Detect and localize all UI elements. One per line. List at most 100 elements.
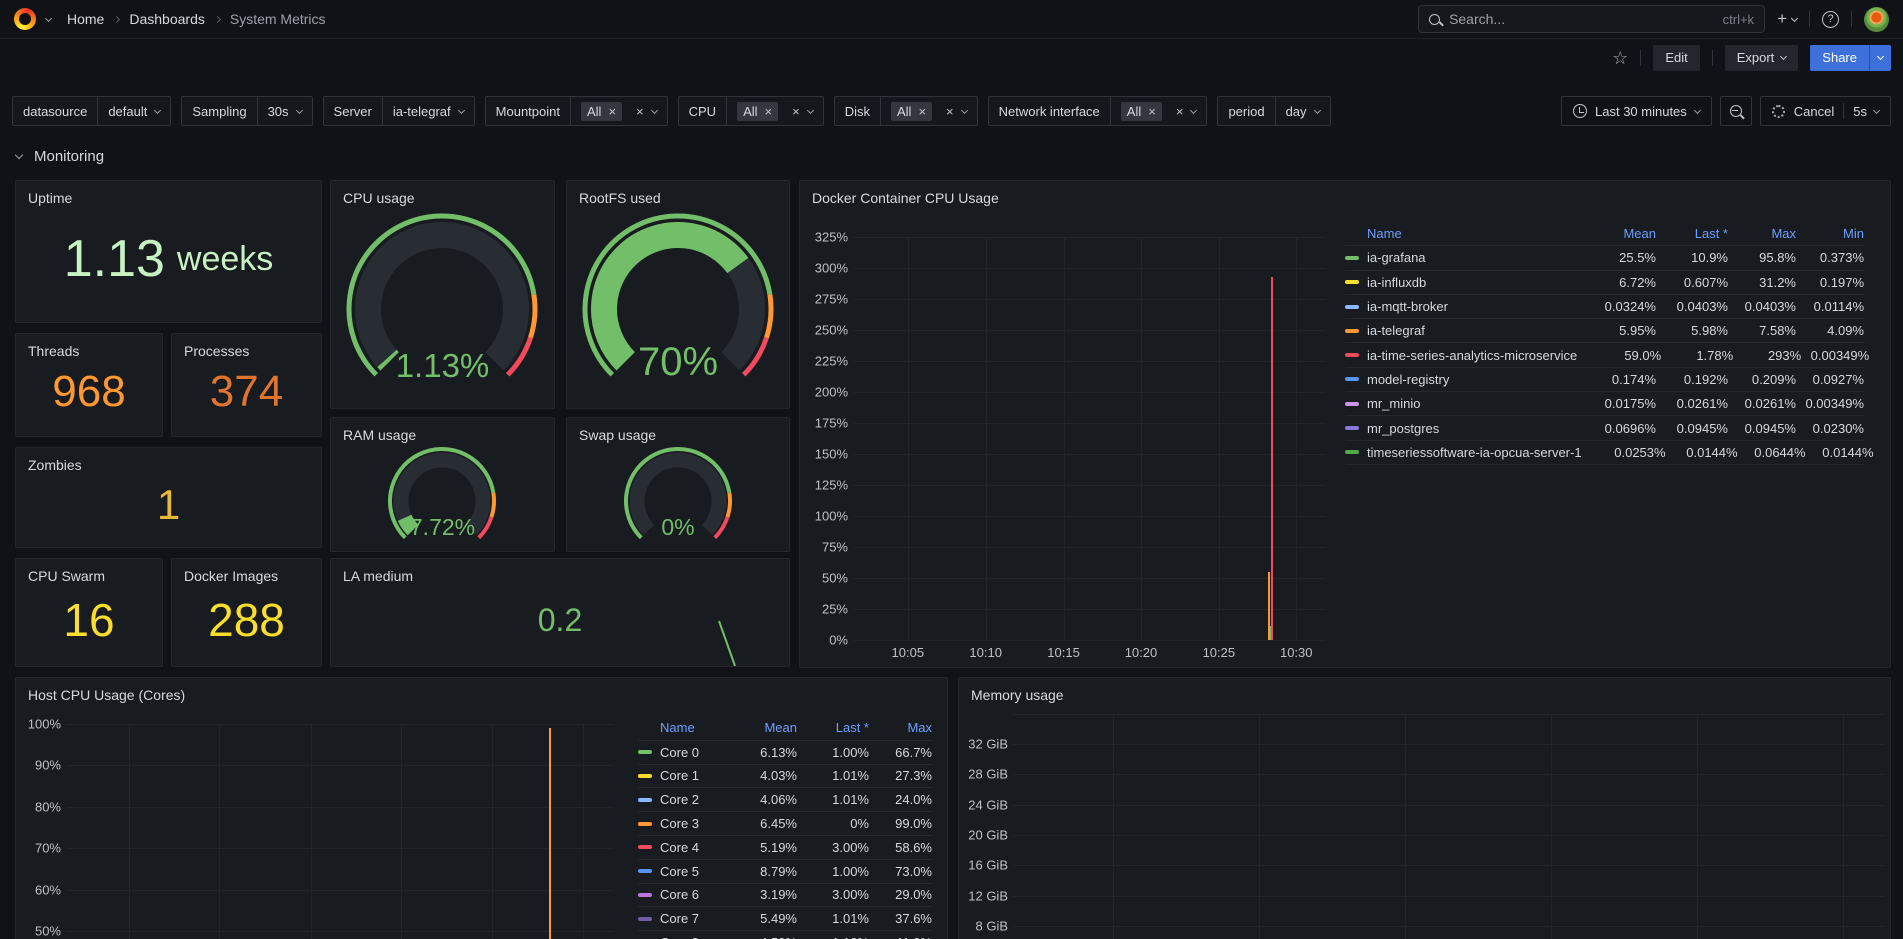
- legend-col-last-[interactable]: Last *: [797, 720, 869, 735]
- gridline-h: [1013, 714, 1884, 715]
- chevron-down-icon[interactable]: [45, 14, 52, 21]
- legend-series-name[interactable]: Core 6: [638, 887, 722, 902]
- legend-series-name[interactable]: Core 5: [638, 864, 722, 879]
- filter-chip[interactable]: All×: [737, 102, 778, 121]
- legend-series-name[interactable]: Core 8: [638, 935, 722, 939]
- legend-series-name[interactable]: ia-grafana: [1345, 250, 1572, 265]
- legend-series-name[interactable]: ia-influxdb: [1345, 275, 1572, 290]
- remove-value-icon[interactable]: ×: [1148, 105, 1156, 118]
- legend-series-name[interactable]: Core 3: [638, 816, 722, 831]
- edit-button[interactable]: Edit: [1653, 45, 1699, 71]
- avatar[interactable]: [1864, 7, 1889, 32]
- legend-row-mr-postgres: mr_postgres0.0696%0.0945%0.0945%0.0230%: [1345, 415, 1864, 439]
- legend-series-name[interactable]: mr_minio: [1345, 396, 1572, 411]
- legend-value: 41.0%: [869, 935, 932, 939]
- remove-value-icon[interactable]: ×: [765, 105, 773, 118]
- grafana-logo[interactable]: [14, 8, 36, 30]
- filter-chip[interactable]: All×: [891, 102, 932, 121]
- gridline-v: [1697, 714, 1698, 939]
- zoom-out-icon: [1730, 105, 1742, 117]
- filter-value[interactable]: All××: [880, 97, 977, 125]
- legend-series-name[interactable]: ia-telegraf: [1345, 323, 1572, 338]
- divider: [1851, 11, 1852, 27]
- gridline-h: [854, 609, 1326, 610]
- clear-filter-icon[interactable]: ×: [792, 105, 800, 118]
- series-color-dash: [1345, 329, 1359, 333]
- clear-filter-icon[interactable]: ×: [946, 105, 954, 118]
- gridline-h: [854, 578, 1326, 579]
- clear-filter-icon[interactable]: ×: [636, 105, 644, 118]
- y-axis-label: 100%: [16, 717, 61, 732]
- legend-col-min[interactable]: Min: [1796, 226, 1864, 241]
- remove-value-icon[interactable]: ×: [918, 105, 926, 118]
- legend-col-mean[interactable]: Mean: [722, 720, 797, 735]
- row-monitoring[interactable]: Monitoring: [0, 144, 1903, 168]
- filter-disk: DiskAll××: [834, 96, 978, 126]
- legend-series-name[interactable]: Core 0: [638, 745, 722, 760]
- y-axis-label: 70%: [16, 841, 61, 856]
- legend-series-name[interactable]: ia-time-series-analytics-microservice: [1345, 348, 1577, 363]
- legend-series-name[interactable]: Core 1: [638, 768, 722, 783]
- breadcrumb-dashboards[interactable]: Dashboards: [129, 11, 205, 27]
- filter-value[interactable]: day: [1275, 97, 1330, 125]
- filter-value[interactable]: 30s: [257, 97, 312, 125]
- export-button[interactable]: Export: [1725, 45, 1799, 71]
- filter-value[interactable]: default: [97, 97, 170, 125]
- legend-col-name[interactable]: Name: [1345, 226, 1572, 241]
- time-range-picker[interactable]: Last 30 minutes: [1561, 96, 1712, 126]
- breadcrumb-home[interactable]: Home: [67, 11, 104, 27]
- stat-unit: weeks: [177, 242, 273, 276]
- legend-value: 0.0261%: [1656, 396, 1728, 411]
- legend-col-max[interactable]: Max: [869, 720, 932, 735]
- remove-value-icon[interactable]: ×: [608, 105, 616, 118]
- series-color-dash: [1345, 353, 1359, 357]
- filter-value[interactable]: ia-telegraf: [382, 97, 474, 125]
- filter-chip[interactable]: All×: [1121, 102, 1162, 121]
- legend-series-name[interactable]: mr_postgres: [1345, 421, 1572, 436]
- share-caret-button[interactable]: [1869, 45, 1891, 71]
- legend-series-name[interactable]: model-registry: [1345, 372, 1572, 387]
- time-series-plot[interactable]: 32 GiB28 GiB24 GiB20 GiB16 GiB12 GiB8 Gi…: [959, 678, 1890, 939]
- add-new-button[interactable]: +: [1777, 9, 1797, 29]
- legend-value: 0.0945%: [1728, 421, 1796, 436]
- zoom-out-button[interactable]: [1720, 96, 1752, 126]
- y-axis-label: 24 GiB: [959, 797, 1008, 812]
- filter-label: Disk: [835, 97, 880, 125]
- legend-series-name[interactable]: ia-mqtt-broker: [1345, 299, 1572, 314]
- legend-value: 4.50%: [722, 935, 797, 939]
- series-color-dash: [638, 822, 652, 826]
- star-icon[interactable]: ☆: [1612, 49, 1628, 67]
- filter-value[interactable]: All××: [1110, 97, 1207, 125]
- y-axis-label: 16 GiB: [959, 858, 1008, 873]
- filter-value[interactable]: All××: [726, 97, 823, 125]
- legend-series-name[interactable]: timeseriessoftware-ia-opcua-server-1: [1345, 445, 1582, 460]
- chevron-down-icon: [154, 106, 161, 113]
- legend-series-name[interactable]: Core 7: [638, 911, 722, 926]
- legend-value: 37.6%: [869, 911, 932, 926]
- refresh-cancel-button[interactable]: Cancel: [1794, 104, 1834, 119]
- legend-value: 0.0945%: [1656, 421, 1728, 436]
- legend-value: 0.0144%: [1806, 445, 1874, 460]
- y-axis-label: 150%: [800, 447, 848, 462]
- legend-row-ia-influxdb: ia-influxdb6.72%0.607%31.2%0.197%: [1345, 270, 1864, 294]
- filter-sampling: Sampling30s: [181, 96, 312, 126]
- legend-value: 4.09%: [1796, 323, 1864, 338]
- filter-value[interactable]: All××: [570, 97, 667, 125]
- legend-series-name[interactable]: Core 4: [638, 840, 722, 855]
- search-input[interactable]: Search... ctrl+k: [1418, 5, 1765, 33]
- legend-row-core-5: Core 58.79%1.00%73.0%: [638, 859, 932, 883]
- refresh-interval-button[interactable]: 5s: [1853, 104, 1879, 119]
- help-icon[interactable]: ?: [1822, 11, 1839, 28]
- legend-col-last-[interactable]: Last *: [1656, 226, 1728, 241]
- filter-chip[interactable]: All×: [581, 102, 622, 121]
- export-label: Export: [1737, 50, 1775, 65]
- legend-col-name[interactable]: Name: [638, 720, 722, 735]
- filter-label: Network interface: [989, 97, 1110, 125]
- clear-filter-icon[interactable]: ×: [1176, 105, 1184, 118]
- gridline-v: [219, 724, 220, 939]
- legend-col-mean[interactable]: Mean: [1572, 226, 1656, 241]
- share-button[interactable]: Share: [1810, 45, 1869, 71]
- x-axis-label: 10:15: [1047, 645, 1080, 660]
- legend-series-name[interactable]: Core 2: [638, 792, 722, 807]
- legend-col-max[interactable]: Max: [1728, 226, 1796, 241]
